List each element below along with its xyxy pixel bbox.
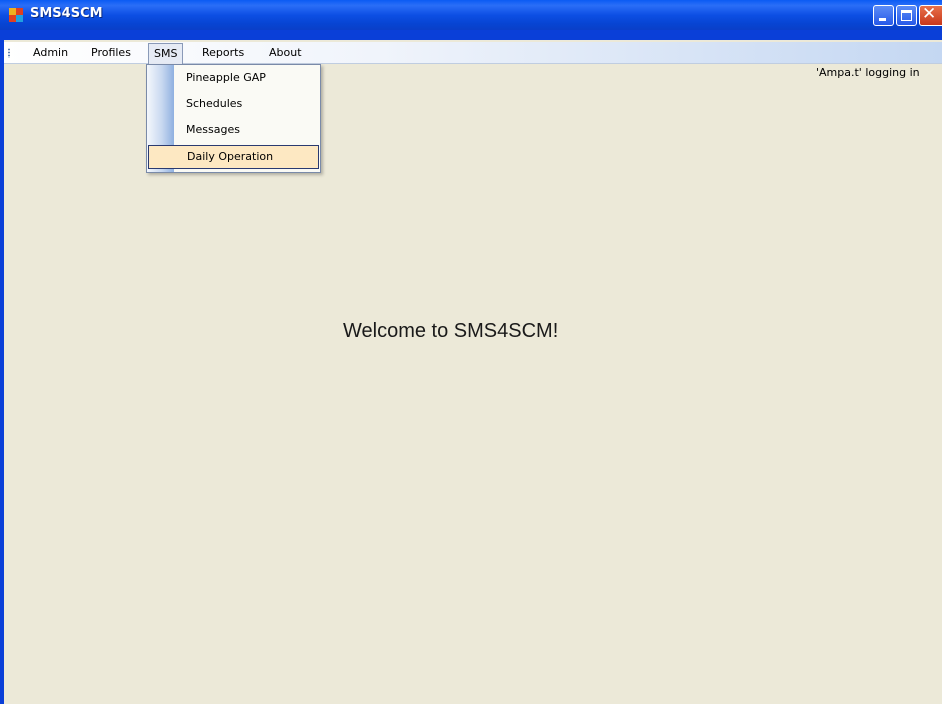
app-icon[interactable] bbox=[9, 8, 23, 22]
app-window: SMS4SCM ✕ Admin Profiles SMS Reports Abo… bbox=[0, 0, 942, 704]
menu-about[interactable]: About bbox=[264, 44, 307, 61]
welcome-message: Welcome to SMS4SCM! bbox=[343, 320, 559, 342]
minimize-icon bbox=[879, 18, 886, 21]
menu-admin[interactable]: Admin bbox=[28, 44, 73, 61]
sms-dropdown-menu: Pineapple GAP Schedules Messages Daily O… bbox=[146, 64, 321, 173]
close-button[interactable]: ✕ bbox=[919, 4, 942, 26]
menu-item-daily-operation[interactable]: Daily Operation bbox=[148, 145, 319, 169]
minimize-button[interactable] bbox=[873, 5, 894, 26]
menu-sms[interactable]: SMS bbox=[148, 43, 184, 64]
menu-profiles[interactable]: Profiles bbox=[86, 44, 136, 61]
close-icon: ✕ bbox=[922, 4, 937, 24]
menu-reports[interactable]: Reports bbox=[197, 44, 249, 61]
grip-icon[interactable] bbox=[8, 48, 10, 58]
menu-bar: Admin Profiles SMS Reports About bbox=[4, 42, 942, 64]
login-status: 'Ampa.t' logging in bbox=[816, 66, 920, 79]
maximize-icon bbox=[901, 10, 912, 21]
menu-item-schedules[interactable]: Schedules bbox=[148, 93, 319, 117]
maximize-button[interactable] bbox=[896, 5, 917, 26]
client-area bbox=[4, 40, 942, 704]
menu-item-messages[interactable]: Messages bbox=[148, 119, 319, 143]
title-bar[interactable]: SMS4SCM ✕ bbox=[0, 0, 942, 30]
window-title: SMS4SCM bbox=[30, 6, 103, 21]
menu-item-pineapple-gap[interactable]: Pineapple GAP bbox=[148, 67, 319, 91]
